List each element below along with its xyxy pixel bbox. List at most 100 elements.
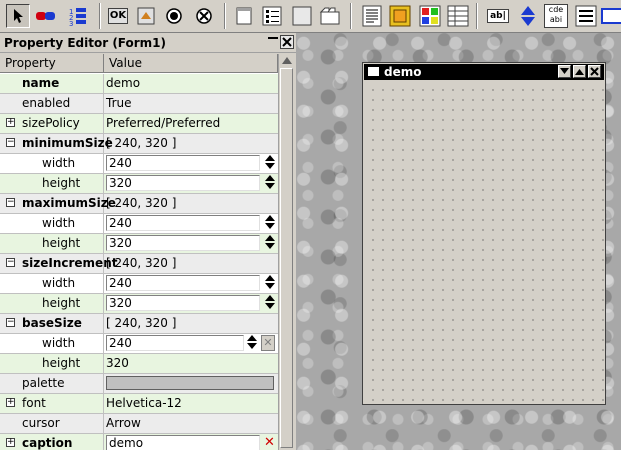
radio-button-icon [166, 8, 182, 24]
form-canvas-grid[interactable] [364, 81, 604, 403]
pixmap-tool[interactable] [388, 4, 412, 28]
column-header-value[interactable]: Value [104, 54, 278, 73]
width-spinbox-input[interactable]: 240 [106, 275, 260, 291]
width-spinbox-input[interactable]: 240 [106, 215, 260, 231]
spin-down-icon[interactable] [265, 183, 275, 189]
property-row-maximumsize[interactable]: maximumSize − [ 240, 320 ] [0, 194, 278, 214]
radio-button-tool[interactable] [162, 4, 186, 28]
height-spinbox-input[interactable]: 320 [106, 295, 260, 311]
minimize-panel-button[interactable] [266, 35, 280, 49]
palette-swatch[interactable] [106, 376, 274, 390]
spin-down-icon[interactable] [265, 283, 275, 289]
property-row-font[interactable]: font + Helvetica-12 [0, 394, 278, 414]
property-row-basesize-height[interactable]: height 320 [0, 354, 278, 374]
property-row-sizepolicy[interactable]: sizePolicy + Preferred/Preferred [0, 114, 278, 134]
property-label: sizePolicy [0, 114, 104, 133]
property-editor-scrollbar[interactable] [278, 54, 294, 450]
groupbox-tool[interactable] [232, 4, 256, 28]
expand-plus-icon[interactable]: + [6, 438, 15, 447]
property-row-palette[interactable]: palette [0, 374, 278, 394]
property-row-enabled[interactable]: enabled True [0, 94, 278, 114]
multilineedit-tool[interactable]: cde abi [544, 4, 568, 28]
close-panel-button[interactable] [280, 35, 294, 49]
spin-up-icon[interactable] [247, 335, 257, 341]
property-row-sizeincrement-width[interactable]: width 240 [0, 274, 278, 294]
column-header-property[interactable]: Property [0, 54, 104, 73]
checkbox-tool[interactable] [192, 4, 216, 28]
spin-down-icon[interactable] [265, 223, 275, 229]
form-titlebar[interactable]: demo [364, 64, 604, 80]
pointer-tool-button[interactable] [6, 4, 30, 28]
form-minimize-button[interactable] [558, 65, 571, 78]
spin-buttons[interactable] [264, 174, 276, 193]
property-label: width [0, 154, 104, 173]
spin-up-icon[interactable] [265, 155, 275, 161]
property-value-cell: 240 [104, 274, 278, 293]
property-row-minimumsize-width[interactable]: width 240 [0, 154, 278, 174]
collapse-minus-icon[interactable]: − [6, 318, 15, 327]
property-value-cell: 240 ✕ [104, 334, 278, 353]
expand-plus-icon[interactable]: + [6, 398, 15, 407]
lineedit-tool[interactable]: ab| [486, 4, 510, 28]
caption-input[interactable]: demo [106, 435, 260, 450]
height-spinbox-input[interactable]: 320 [106, 175, 260, 191]
width-spinbox-input[interactable]: 240 [106, 335, 244, 351]
collapse-minus-icon[interactable]: − [6, 138, 15, 147]
spin-up-icon[interactable] [265, 235, 275, 241]
spin-buttons[interactable] [264, 234, 276, 253]
form-window[interactable]: demo [362, 62, 606, 405]
spin-down-icon[interactable] [247, 343, 257, 349]
listbox-tool[interactable] [574, 4, 598, 28]
scrollbar-thumb[interactable] [280, 68, 293, 448]
table-tool[interactable] [446, 4, 470, 28]
property-row-basesize[interactable]: baseSize − [ 240, 320 ] [0, 314, 278, 334]
width-spinbox-input[interactable]: 240 [106, 155, 260, 171]
spin-buttons[interactable] [264, 294, 276, 313]
frame-tool[interactable] [290, 4, 314, 28]
property-row-sizeincrement-height[interactable]: height 320 [0, 294, 278, 314]
property-row-minimumsize[interactable]: minimumSize − [ 240, 320 ] [0, 134, 278, 154]
toolbar: 123 OK ab| cde abi [0, 0, 621, 33]
spin-up-icon[interactable] [265, 295, 275, 301]
clear-value-button[interactable]: ✕ [261, 335, 275, 351]
textview-tool[interactable] [360, 4, 384, 28]
property-row-minimumsize-height[interactable]: height 320 [0, 174, 278, 194]
property-row-maximumsize-height[interactable]: height 320 [0, 234, 278, 254]
color-palette-tool[interactable] [418, 4, 442, 28]
spin-up-icon[interactable] [265, 215, 275, 221]
scroll-up-arrow-icon[interactable] [282, 57, 292, 64]
collapse-minus-icon[interactable]: − [6, 198, 15, 207]
spin-up-icon[interactable] [265, 275, 275, 281]
spin-buttons[interactable] [264, 214, 276, 233]
property-row-maximumsize-width[interactable]: width 240 [0, 214, 278, 234]
property-row-cursor[interactable]: cursor Arrow [0, 414, 278, 434]
property-editor-titlebar[interactable]: Property Editor (Form1) [0, 33, 296, 53]
tool-button-tool[interactable] [134, 4, 158, 28]
listview-tool[interactable] [260, 4, 284, 28]
clear-caption-icon[interactable]: ✕ [264, 435, 275, 450]
spin-buttons[interactable] [264, 154, 276, 173]
spin-down-icon[interactable] [265, 303, 275, 309]
push-button-tool[interactable]: OK [106, 4, 130, 28]
spin-up-icon[interactable] [265, 175, 275, 181]
expand-plus-icon[interactable]: + [6, 118, 15, 127]
property-label: height [0, 174, 104, 193]
combobox-tool[interactable] [600, 4, 621, 28]
tab-order-button[interactable]: 123 [66, 4, 90, 28]
height-spinbox-input[interactable]: 320 [106, 235, 260, 251]
property-value: Preferred/Preferred [106, 116, 221, 130]
property-row-basesize-width[interactable]: width 240 ✕ [0, 334, 278, 354]
connect-signals-button[interactable] [34, 4, 58, 28]
form-maximize-button[interactable] [573, 65, 586, 78]
collapse-minus-icon[interactable]: − [6, 258, 15, 267]
spin-buttons[interactable] [264, 274, 276, 293]
spin-buttons[interactable] [246, 334, 258, 353]
property-row-sizeincrement[interactable]: sizeIncrement − [ 240, 320 ] [0, 254, 278, 274]
form-close-button[interactable] [588, 65, 601, 78]
tabwidget-tool[interactable] [318, 4, 342, 28]
property-row-name[interactable]: name demo [0, 74, 278, 94]
spin-down-icon[interactable] [265, 243, 275, 249]
property-row-caption[interactable]: caption + demo ✕ [0, 434, 278, 450]
spin-down-icon[interactable] [265, 163, 275, 169]
spinbox-tool[interactable] [516, 4, 540, 28]
